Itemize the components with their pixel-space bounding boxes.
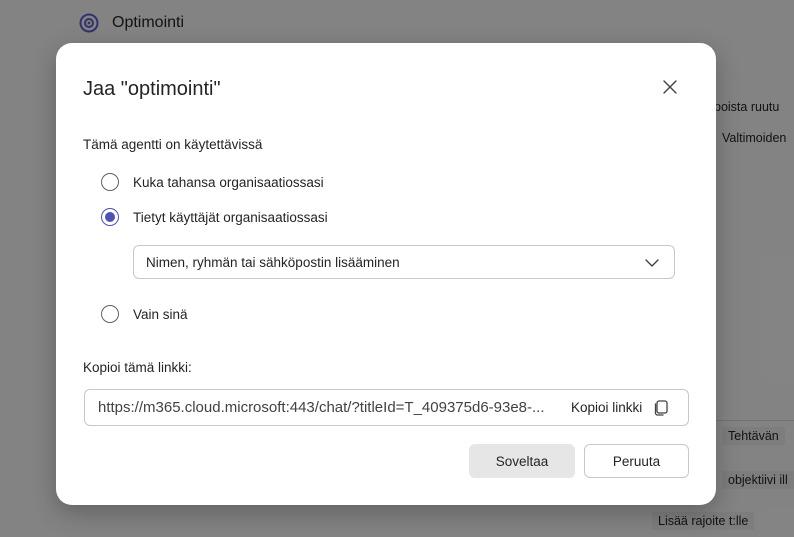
radio-option-specific-users[interactable]: Tietyt käyttäjät organisaatiossasi [101, 208, 328, 226]
copy-link-label-text: Kopioi linkki [571, 400, 643, 415]
radio-specific-users[interactable] [101, 208, 119, 226]
radio-specific-users-label: Tietyt käyttäjät organisaatiossasi [133, 209, 328, 225]
radio-anyone[interactable] [101, 173, 119, 191]
dialog-title: Jaa "optimointi" [83, 78, 221, 100]
people-picker-placeholder: Nimen, ryhmän tai sähköpostin lisääminen [146, 254, 400, 270]
link-field: Kopioi linkki [84, 389, 689, 426]
radio-anyone-label: Kuka tahansa organisaatiossasi [133, 174, 324, 190]
share-dialog: Jaa "optimointi" Tämä agentti on käytett… [56, 43, 716, 505]
apply-button[interactable]: Soveltaa [469, 444, 575, 478]
cancel-button[interactable]: Peruuta [584, 444, 689, 478]
copy-link-button[interactable]: Kopioi linkki [571, 390, 670, 425]
availability-label: Tämä agentti on käytettävissä [83, 137, 263, 152]
radio-only-you-label: Vain sinä [133, 306, 188, 322]
link-input[interactable] [85, 390, 563, 425]
copy-link-label: Kopioi tämä linkki: [83, 360, 192, 375]
radio-only-you[interactable] [101, 305, 119, 323]
close-button[interactable] [658, 75, 682, 99]
radio-option-anyone[interactable]: Kuka tahansa organisaatiossasi [101, 173, 324, 191]
close-icon [663, 80, 677, 94]
chevron-down-icon [645, 259, 659, 267]
radio-option-only-you[interactable]: Vain sinä [101, 305, 188, 323]
copy-icon [655, 399, 668, 416]
people-picker[interactable]: Nimen, ryhmän tai sähköpostin lisääminen [133, 245, 675, 279]
